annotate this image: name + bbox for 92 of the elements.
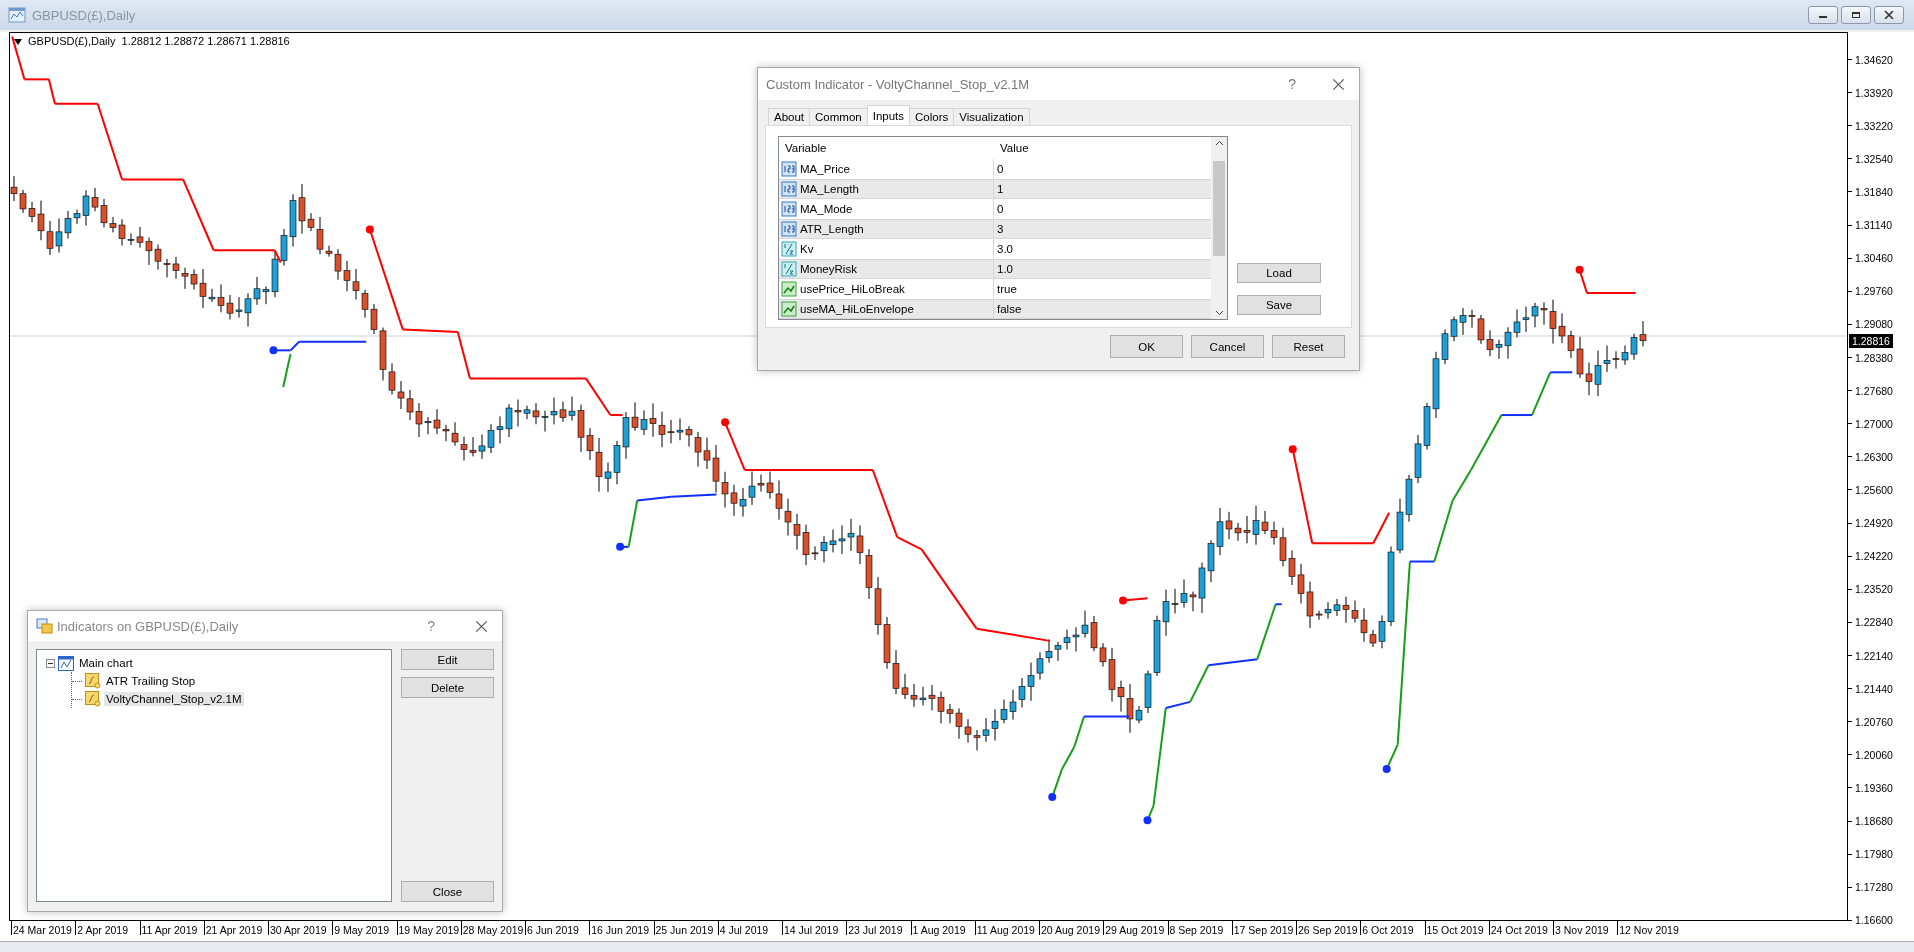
help-button[interactable]: ?: [1288, 76, 1296, 92]
dialog-button[interactable]: OK: [1110, 335, 1183, 358]
variable-value[interactable]: 1: [997, 183, 1004, 195]
date-label: 3 Nov 2019: [1555, 924, 1609, 936]
date-label: 17 Sep 2019: [1233, 924, 1294, 936]
tree-item[interactable]: VoltyChannel_Stop_v2.1M: [104, 692, 244, 706]
help-button[interactable]: ?: [427, 618, 435, 634]
variable-name: usePrice_HiLoBreak: [800, 282, 905, 295]
variable-name: ATR_Length: [800, 223, 864, 235]
column-header[interactable]: Value: [994, 142, 1211, 154]
chart-info-text: GBPUSD(£),Daily 1.28812 1.28872 1.28671 1.28816: [28, 35, 290, 47]
variable-value[interactable]: 3.0: [997, 242, 1013, 255]
dialog-button[interactable]: Delete: [401, 677, 494, 698]
column-header[interactable]: Variable: [779, 142, 994, 154]
date-label: 11 Aug 2019: [976, 924, 1035, 936]
date-label: 19 May 2019: [398, 924, 460, 936]
date-label: 24 Oct 2019: [1490, 924, 1548, 936]
variable-value[interactable]: 0: [997, 162, 1004, 175]
dialog-button[interactable]: Cancel: [1191, 335, 1264, 358]
variable-value[interactable]: true: [997, 282, 1017, 295]
window-title: GBPUSD(£),Daily: [32, 7, 136, 23]
variable-value[interactable]: 3: [997, 223, 1004, 235]
date-label: 20 Aug 2019: [1041, 924, 1100, 936]
price-label: 1.28380: [1855, 351, 1893, 364]
side-button[interactable]: Save: [1237, 295, 1321, 315]
price-label: 1.26300: [1855, 450, 1893, 463]
date-label: 2 Apr 2019: [77, 924, 129, 936]
tab[interactable]: Inputs: [866, 105, 911, 125]
price-label: 1.25600: [1855, 483, 1893, 496]
dialog-title: Indicators on GBPUSD(£),Daily: [57, 618, 239, 634]
price-label: 1.31840: [1855, 186, 1893, 198]
tree-item[interactable]: Main chart: [77, 656, 135, 670]
side-button[interactable]: Load: [1237, 263, 1321, 283]
price-label: 1.31140: [1855, 219, 1893, 232]
price-label: 1.34620: [1855, 53, 1893, 66]
date-label: 23 Jul 2019: [848, 924, 903, 936]
date-label: 11 Apr 2019: [141, 924, 198, 936]
date-label: 26 Sep 2019: [1298, 924, 1358, 936]
variable-name: MA_Price: [800, 162, 850, 175]
variable-value[interactable]: 1.0: [997, 263, 1013, 275]
date-label: 12 Nov 2019: [1619, 924, 1679, 936]
price-label: 1.22840: [1855, 616, 1893, 629]
dialog-button[interactable]: Reset: [1272, 335, 1345, 358]
price-label: 1.22140: [1855, 649, 1893, 662]
price-label: 1.32540: [1855, 152, 1893, 165]
date-label: 6 Jun 2019: [527, 924, 579, 936]
date-label: 21 Apr 2019: [205, 924, 263, 936]
price-label: 1.19360: [1855, 781, 1893, 794]
price-label: 1.17980: [1855, 848, 1893, 861]
price-label: 1.29080: [1855, 318, 1893, 331]
dialog-button[interactable]: Close: [401, 881, 494, 902]
variable-name: MA_Length: [800, 183, 859, 195]
price-label: 1.21440: [1855, 682, 1893, 695]
date-label: 8 Sep 2019: [1169, 924, 1224, 936]
variable-name: useMA_HiLoEnvelope: [800, 303, 914, 315]
dialog-button[interactable]: Edit: [401, 649, 494, 670]
tab[interactable]: Visualization: [953, 108, 1030, 125]
price-label: 1.16600: [1855, 914, 1893, 927]
dialog-title: Custom Indicator - VoltyChannel_Stop_v2.1M: [766, 76, 1030, 92]
current-price-label: 1.28816: [1849, 334, 1893, 348]
date-label: 14 Jul 2019: [784, 924, 839, 936]
date-label: 15 Oct 2019: [1426, 924, 1484, 936]
date-label: 30 Apr 2019: [270, 924, 327, 936]
date-label: 1 Aug 2019: [912, 924, 966, 936]
price-label: 1.27000: [1855, 417, 1893, 430]
date-label: 24 Mar 2019: [13, 924, 72, 936]
date-label: 6 Oct 2019: [1362, 924, 1414, 936]
tab[interactable]: About: [768, 108, 811, 125]
variable-name: MA_Mode: [800, 202, 853, 215]
price-label: 1.20760: [1855, 715, 1893, 728]
price-label: 1.24220: [1855, 550, 1893, 563]
variable-value[interactable]: 0: [997, 202, 1004, 215]
date-label: 4 Jul 2019: [719, 924, 769, 936]
price-label: 1.33920: [1855, 86, 1893, 99]
price-label: 1.18680: [1855, 815, 1893, 828]
price-label: 1.23520: [1855, 583, 1893, 596]
price-label: 1.33220: [1855, 119, 1893, 132]
date-label: 16 Jun 2019: [591, 924, 650, 936]
price-label: 1.17280: [1855, 881, 1893, 894]
price-label: 1.27680: [1855, 384, 1893, 397]
price-label: 1.30460: [1855, 252, 1893, 265]
date-label: 9 May 2019: [334, 924, 390, 936]
variable-value[interactable]: false: [997, 303, 1022, 315]
variable-name: MoneyRisk: [800, 263, 857, 275]
price-label: 1.20060: [1855, 748, 1893, 761]
date-label: 25 Jun 2019: [655, 924, 714, 936]
date-label: 28 May 2019: [462, 924, 524, 936]
date-label: 29 Aug 2019: [1105, 924, 1165, 936]
variable-name: Kv: [800, 242, 814, 255]
tree-item[interactable]: ATR Trailing Stop: [104, 674, 198, 688]
price-label: 1.29760: [1855, 285, 1893, 298]
price-label: 1.24920: [1855, 517, 1893, 530]
